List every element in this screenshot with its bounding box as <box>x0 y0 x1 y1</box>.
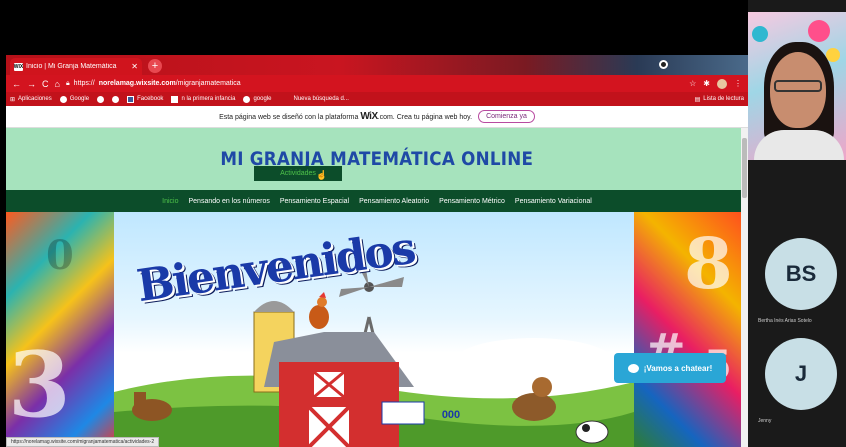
bookmarks-bar: ⊞ Aplicaciones Google Facebook n la prime… <box>6 92 748 106</box>
wix-logo: WiX <box>360 111 378 122</box>
new-tab-button[interactable]: + <box>148 59 162 73</box>
reading-list-icon: ▤ <box>694 96 701 103</box>
nav-numeros[interactable]: Pensando en los números <box>189 198 270 205</box>
url-domain: norelamag.wixsite.com <box>98 80 176 87</box>
scrollbar-thumb[interactable] <box>742 138 747 198</box>
glasses-icon <box>774 80 822 92</box>
bookmark-apps[interactable]: ⊞ Aplicaciones <box>10 96 52 103</box>
wix-favicon-icon: WIX <box>13 62 24 71</box>
dropdown-actividades[interactable]: Actividades <box>254 166 342 181</box>
presenter-body <box>754 130 844 160</box>
browser-toolbar: ← → C ⌂ 🔒︎ https://norelamag.wixsite.com… <box>6 75 748 92</box>
nav-espacial[interactable]: Pensamiento Espacial <box>280 198 349 205</box>
extensions-icon[interactable]: ✱ <box>703 79 710 88</box>
url-path: /migranjamatematica <box>175 80 241 87</box>
site-nav: Inicio Pensando en los números Pensamien… <box>6 190 748 212</box>
nav-metrico[interactable]: Pensamiento Métrico <box>439 198 505 205</box>
back-icon[interactable]: ← <box>12 79 21 89</box>
participant-name: Bertha Inés Arias Sotelo <box>758 318 812 324</box>
bookmark-nueva-busqueda[interactable]: Nueva búsqueda d... <box>294 96 349 102</box>
facebook-icon <box>127 95 135 103</box>
close-icon[interactable]: ✕ <box>131 62 138 71</box>
participant-avatar[interactable]: J <box>765 338 837 410</box>
apps-grid-icon: ⊞ <box>10 96 16 103</box>
home-icon[interactable]: ⌂ <box>55 79 60 89</box>
participant-name: Jenny <box>758 418 772 424</box>
nav-aleatorio[interactable]: Pensamiento Aleatorio <box>359 198 429 205</box>
status-url: https://norelamag.wixsite.com/migranjama… <box>6 437 160 447</box>
forward-icon[interactable]: → <box>27 79 36 89</box>
browser-window: WIX Inicio | Mi Granja Matemática ✕ + ← … <box>6 55 748 447</box>
lock-icon: 🔒︎ <box>65 79 70 87</box>
toolbar-actions: ☆ ✱ ⋮ <box>689 78 742 89</box>
tab-strip: WIX Inicio | Mi Granja Matemática ✕ + <box>6 55 748 75</box>
bookmark-blank-2[interactable] <box>112 95 120 103</box>
start-now-button[interactable]: Comienza ya <box>478 110 535 123</box>
menu-icon[interactable]: ⋮ <box>734 79 742 88</box>
bookmark-facebook[interactable]: Facebook <box>127 95 163 103</box>
presenter-video <box>748 12 846 160</box>
page-scrollbar[interactable] <box>741 128 748 447</box>
hero-section: 3 0 8 # 5 <box>6 212 748 447</box>
video-call-panel: BS Bertha Inés Arias Sotelo J Jenny <box>748 0 846 447</box>
numbers-background-right: 8 # 5 <box>634 212 748 447</box>
profile-avatar[interactable] <box>717 78 727 89</box>
farm-illustration: Bienvenidos 000 <box>114 212 634 447</box>
record-icon <box>659 60 668 69</box>
address-bar[interactable]: 🔒︎ https://norelamag.wixsite.com/migranj… <box>66 78 683 90</box>
wix-banner: Esta página web se diseñó con la platafo… <box>6 106 748 128</box>
rooster <box>309 292 329 329</box>
chat-button[interactable]: ¡Vamos a chatear! <box>614 353 726 383</box>
mouse-cursor-icon: ☝ <box>316 170 328 180</box>
numbers-background-left: 3 0 <box>6 212 114 447</box>
wix-banner-text: Esta página web se diseñó con la platafo… <box>219 111 473 122</box>
bookmark-primera-infancia[interactable]: n la primera infancia <box>171 95 235 103</box>
screen: WIX Inicio | Mi Granja Matemática ✕ + ← … <box>0 0 846 447</box>
globe-icon <box>112 95 120 103</box>
globe-icon <box>243 95 251 103</box>
nav-inicio[interactable]: Inicio <box>162 198 178 205</box>
bookmark-google[interactable]: Google <box>59 95 89 103</box>
chat-button-label: ¡Vamos a chatear! <box>643 363 713 373</box>
google-icon <box>59 95 67 103</box>
participant-avatar[interactable]: BS <box>765 238 837 310</box>
nav-variacional[interactable]: Pensamiento Variacional <box>515 198 592 205</box>
chat-bubble-icon <box>627 363 639 373</box>
globe-icon <box>97 95 105 103</box>
browser-tab[interactable]: WIX Inicio | Mi Granja Matemática ✕ <box>10 58 142 75</box>
bookmark-blank-1[interactable] <box>97 95 105 103</box>
bookmark-google-2[interactable]: google <box>243 95 272 103</box>
barn-sign: 000 <box>441 409 461 421</box>
star-icon[interactable]: ☆ <box>689 79 696 88</box>
reload-icon[interactable]: C <box>42 79 49 89</box>
reading-list[interactable]: ▤ Lista de lectura <box>695 96 744 103</box>
cow <box>575 420 609 444</box>
page-icon <box>171 95 179 103</box>
site-header: MI GRANJA MATEMÁTICA ONLINE <box>6 128 748 190</box>
url-prefix: https:// <box>73 80 95 87</box>
tab-title: Inicio | Mi Granja Matemática <box>26 63 117 70</box>
